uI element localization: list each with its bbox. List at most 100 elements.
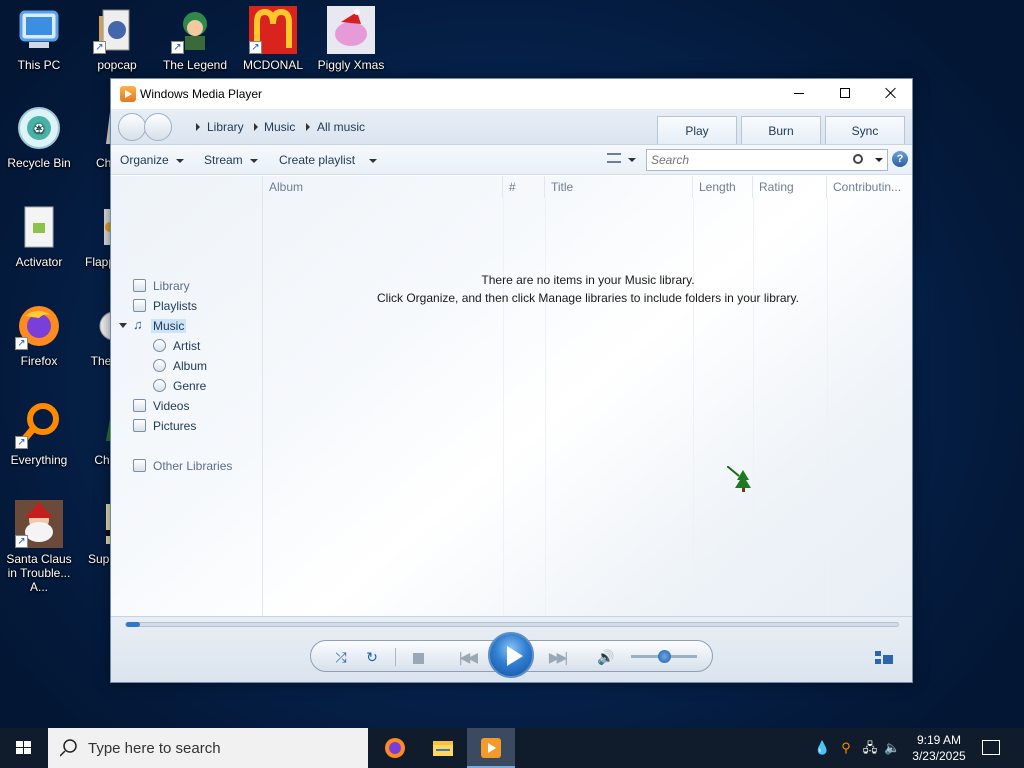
folder-icon: ↗ (93, 6, 141, 54)
column-header-rating[interactable]: Rating (753, 176, 827, 198)
music-icon: ♫ (133, 317, 143, 332)
water-drop-icon[interactable]: 💧 (814, 740, 830, 756)
column-divider (693, 198, 694, 616)
column-header-contributing[interactable]: Contributin... (827, 176, 912, 198)
stream-menu[interactable]: Stream (204, 153, 258, 167)
breadcrumb-library[interactable]: Library (207, 120, 244, 134)
desktop-icon-this-pc[interactable]: This PC (0, 6, 78, 72)
search-dropdown-icon[interactable] (875, 158, 883, 162)
create-playlist-menu[interactable]: Create playlist (279, 153, 378, 167)
taskbar: Type here to search 💧 ⚲ 🖧 🔈 9:19 AM 3/23… (0, 728, 1024, 768)
network-icon[interactable]: 🖧 (862, 740, 878, 756)
desktop-icon-popcap[interactable]: ↗ popcap (78, 6, 156, 72)
window-title: Windows Media Player (140, 87, 263, 101)
tab-play[interactable]: Play (657, 116, 737, 144)
column-header-title[interactable]: Title (545, 176, 693, 198)
breadcrumb-arrow-icon (196, 123, 200, 131)
everything-icon: ↗ (15, 401, 63, 449)
column-header-length[interactable]: Length (693, 176, 753, 198)
empty-library-message: There are no items in your Music library… (363, 271, 813, 307)
computer-icon (15, 6, 63, 54)
seek-thumb[interactable] (126, 622, 140, 627)
help-icon[interactable]: ? (892, 151, 908, 167)
volume-thumb[interactable] (658, 650, 671, 663)
taskbar-search-box[interactable]: Type here to search (48, 728, 368, 768)
view-options-icon (607, 153, 621, 163)
recycle-bin-icon: ♻ (15, 104, 63, 152)
desktop-icon-piggly-xmas[interactable]: Piggly Xmas (312, 6, 390, 72)
taskbar-firefox[interactable] (371, 728, 419, 768)
chevron-down-icon[interactable] (119, 323, 127, 328)
chevron-down-icon (628, 157, 636, 162)
repeat-icon[interactable]: ↻ (362, 648, 382, 666)
empty-message-line-2: Click Organize, and then click Manage li… (377, 291, 799, 305)
breadcrumb-all-music[interactable]: All music (317, 120, 365, 134)
maximize-icon (840, 88, 850, 98)
santa-icon: ↗ (15, 500, 63, 548)
taskbar-clock[interactable]: 9:19 AM 3/23/2025 (906, 732, 972, 764)
desktop-icon-activator[interactable]: Activator (0, 203, 78, 269)
everything-tray-icon[interactable]: ⚲ (838, 740, 854, 756)
stream-label: Stream (204, 153, 243, 167)
desktop-icon-everything[interactable]: ↗ Everything (0, 401, 78, 467)
windows-logo-icon (16, 741, 32, 755)
desktop-icon-label: Everything (10, 453, 68, 467)
search-icon[interactable] (853, 154, 863, 164)
start-button[interactable] (0, 728, 48, 768)
desktop-icon-firefox[interactable]: ↗ Firefox (0, 302, 78, 368)
seek-bar[interactable] (125, 622, 899, 627)
search-icon (60, 739, 77, 757)
desktop-icon-the-legend[interactable]: ↗ The Legend (156, 6, 234, 72)
play-button[interactable] (488, 632, 534, 678)
chevron-down-icon (175, 158, 184, 163)
chevron-down-icon (369, 158, 378, 163)
volume-icon[interactable]: 🔊 (596, 648, 616, 666)
breadcrumb-music[interactable]: Music (264, 120, 295, 134)
desktop-icon-recycle-bin[interactable]: ♻ Recycle Bin (0, 104, 78, 170)
desktop-icon-label: The Legend (162, 58, 228, 72)
switch-to-now-playing-icon[interactable] (875, 651, 893, 665)
search-input[interactable] (651, 152, 841, 168)
game-icon: ↗ (171, 6, 219, 54)
firefox-icon: ↗ (15, 302, 63, 350)
stop-icon[interactable] (408, 648, 428, 666)
desktop-icon-label: MCDONAL (242, 58, 303, 72)
minimize-icon (794, 93, 804, 94)
tab-sync[interactable]: Sync (825, 116, 905, 144)
media-player-icon (481, 738, 501, 758)
library-icon (133, 279, 146, 292)
chevron-down-icon (249, 158, 258, 163)
next-icon[interactable]: ▶▶| (533, 648, 581, 666)
notification-center-icon[interactable] (982, 740, 1000, 755)
taskbar-media-player[interactable] (467, 728, 515, 768)
minimize-button[interactable] (776, 79, 822, 109)
volume-tray-icon[interactable]: 🔈 (884, 740, 900, 756)
view-options-button[interactable] (607, 152, 636, 166)
desktop-icon-label: Firefox (20, 354, 58, 368)
divider (395, 648, 396, 666)
desktop-icon-label: Piggly Xmas (317, 58, 385, 72)
column-header-number[interactable]: # (503, 176, 545, 198)
desktop-icon-santa-claus[interactable]: ↗ Santa Claus in Trouble... A... (0, 500, 78, 594)
taskbar-file-explorer[interactable] (419, 728, 467, 768)
forward-button[interactable] (144, 113, 172, 141)
desktop-icon-mcdonal[interactable]: ↗ MCDONAL (234, 6, 312, 72)
back-button[interactable] (118, 113, 146, 141)
search-box[interactable] (646, 149, 888, 171)
shuffle-icon[interactable]: ⤮ (331, 648, 351, 666)
column-divider (827, 198, 828, 616)
pig-icon (327, 6, 375, 54)
close-button[interactable] (867, 79, 913, 109)
navigation-pane (111, 176, 263, 616)
maximize-button[interactable] (822, 79, 868, 109)
media-player-icon (120, 86, 136, 102)
organize-menu[interactable]: Organize (120, 153, 184, 167)
previous-icon[interactable]: |◀◀ (441, 648, 493, 666)
genre-icon (153, 379, 166, 392)
tab-burn[interactable]: Burn (741, 116, 821, 144)
desktop-icon-label: Santa Claus in Trouble... A... (6, 552, 72, 594)
taskbar-search-placeholder: Type here to search (88, 740, 221, 757)
main-content: Library Playlists ♫ Music Artist Album Ge… (111, 176, 912, 616)
playlist-icon (133, 299, 146, 312)
column-header-album[interactable]: Album (263, 176, 503, 198)
